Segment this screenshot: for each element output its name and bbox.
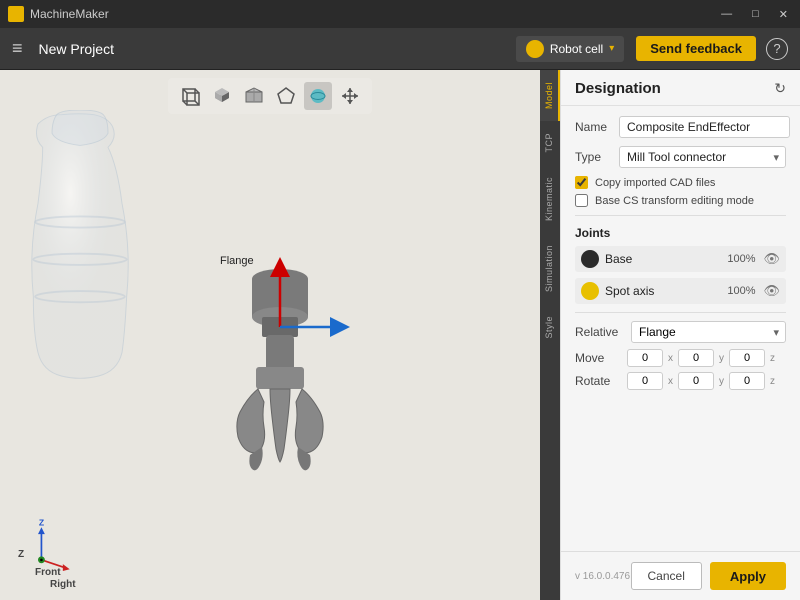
move-x-axis: x (668, 353, 673, 364)
menu-icon[interactable]: ≡ (12, 38, 23, 59)
joint-base-name: Base (605, 252, 719, 266)
rotate-x-input[interactable] (627, 372, 663, 390)
robot-cell-label: Robot cell (550, 42, 603, 56)
help-button[interactable]: ? (766, 38, 788, 60)
type-field-row: Type Mill Tool connector Gripper Welding… (575, 146, 786, 168)
robot-icon (526, 40, 544, 58)
feedback-button[interactable]: Send feedback (636, 36, 756, 61)
joint-base-visibility-icon[interactable]: 👁 (763, 251, 780, 267)
front-label: Front (35, 567, 61, 578)
project-name: New Project (39, 41, 114, 57)
version-text: v 16.0.0.476 (575, 571, 630, 582)
app-name: MachineMaker (30, 7, 109, 21)
joint-spotaxis-row: Spot axis 100% 👁 (575, 278, 786, 304)
move-y-axis: y (719, 353, 724, 364)
joint-base-pct: 100% (725, 253, 755, 265)
viewport[interactable]: Flange Z Z Front Right (0, 70, 540, 600)
relative-dropdown[interactable]: Flange World Base (631, 321, 786, 343)
separator-1 (575, 215, 786, 216)
joint-spotaxis-name: Spot axis (605, 284, 719, 298)
joint-base-color (581, 250, 599, 268)
topbar: ≡ New Project Robot cell ▾ Send feedback… (0, 28, 800, 70)
name-input[interactable] (619, 116, 790, 138)
panel-header: Designation ↻ (561, 70, 800, 106)
sidebar-tabs: Model TCP Kinematic Simulation Style (540, 70, 560, 600)
minimize-button[interactable]: — (717, 6, 736, 23)
joint-spotaxis-color (581, 282, 599, 300)
base-cs-checkbox[interactable] (575, 194, 588, 207)
app-icon (8, 6, 24, 22)
cancel-button[interactable]: Cancel (631, 562, 702, 590)
name-field-row: Name (575, 116, 786, 138)
copy-cad-label[interactable]: Copy imported CAD files (595, 177, 715, 189)
relative-label: Relative (575, 325, 623, 339)
flange-label: Flange (220, 255, 254, 267)
copy-cad-row: Copy imported CAD files (575, 176, 786, 189)
tab-style[interactable]: Style (540, 304, 560, 351)
tab-tcp[interactable]: TCP (540, 121, 560, 165)
joint-spotaxis-pct: 100% (725, 285, 755, 297)
move-x-input[interactable] (627, 349, 663, 367)
svg-text:Z: Z (39, 518, 44, 528)
relative-row: Relative Flange World Base (575, 321, 786, 343)
tab-model[interactable]: Model (540, 70, 560, 121)
copy-cad-checkbox[interactable] (575, 176, 588, 189)
type-dropdown[interactable]: Mill Tool connector Gripper Welding Tool… (619, 146, 786, 168)
move-label: Move (575, 351, 623, 365)
panel-body: Name Type Mill Tool connector Gripper We… (561, 106, 800, 551)
move-row: Move x y z (575, 349, 786, 367)
base-cs-row: Base CS transform editing mode (575, 194, 786, 207)
right-panel: Designation ↻ Name Type Mill Tool connec… (560, 70, 800, 600)
tab-kinematic[interactable]: Kinematic (540, 165, 560, 233)
close-button[interactable]: ✕ (775, 6, 792, 23)
robot-cell-button[interactable]: Robot cell ▾ (516, 36, 624, 62)
rotate-z-input[interactable] (729, 372, 765, 390)
move-z-axis: z (770, 353, 775, 364)
3d-scene: Flange Z Z Front Right (0, 70, 540, 600)
titlebar: MachineMaker — □ ✕ (0, 0, 800, 28)
move-z-input[interactable] (729, 349, 765, 367)
rotate-label: Rotate (575, 374, 623, 388)
joint-spotaxis-visibility-icon[interactable]: 👁 (763, 283, 780, 299)
rotate-x-axis: x (668, 376, 673, 387)
apply-button[interactable]: Apply (710, 562, 786, 590)
type-label: Type (575, 150, 611, 164)
base-cs-label[interactable]: Base CS transform editing mode (595, 195, 754, 207)
name-label: Name (575, 120, 611, 134)
joints-title: Joints (575, 226, 786, 240)
relative-select[interactable]: Flange World Base (631, 321, 786, 343)
move-y-input[interactable] (678, 349, 714, 367)
maximize-button[interactable]: □ (748, 6, 763, 23)
rotate-row: Rotate x y z (575, 372, 786, 390)
rotate-y-input[interactable] (678, 372, 714, 390)
rotate-y-axis: y (719, 376, 724, 387)
z-label: Z (18, 549, 24, 560)
robot-gripper (180, 237, 380, 520)
rotate-z-axis: z (770, 376, 775, 387)
panel-footer: v 16.0.0.476 Cancel Apply (561, 551, 800, 600)
type-select[interactable]: Mill Tool connector Gripper Welding Tool… (619, 146, 786, 168)
window-controls: — □ ✕ (717, 6, 792, 23)
main-area: Flange Z Z Front Right (0, 70, 800, 600)
panel-title: Designation (575, 80, 661, 97)
separator-2 (575, 312, 786, 313)
app-logo: MachineMaker (8, 6, 109, 22)
right-label: Right (50, 579, 76, 590)
refresh-icon[interactable]: ↻ (774, 80, 786, 97)
joint-base-row: Base 100% 👁 (575, 246, 786, 272)
robot-cell-dropdown-arrow: ▾ (609, 43, 614, 54)
bottle-object (0, 110, 180, 390)
tab-simulation[interactable]: Simulation (540, 233, 560, 304)
footer-buttons: Cancel Apply (631, 562, 786, 590)
